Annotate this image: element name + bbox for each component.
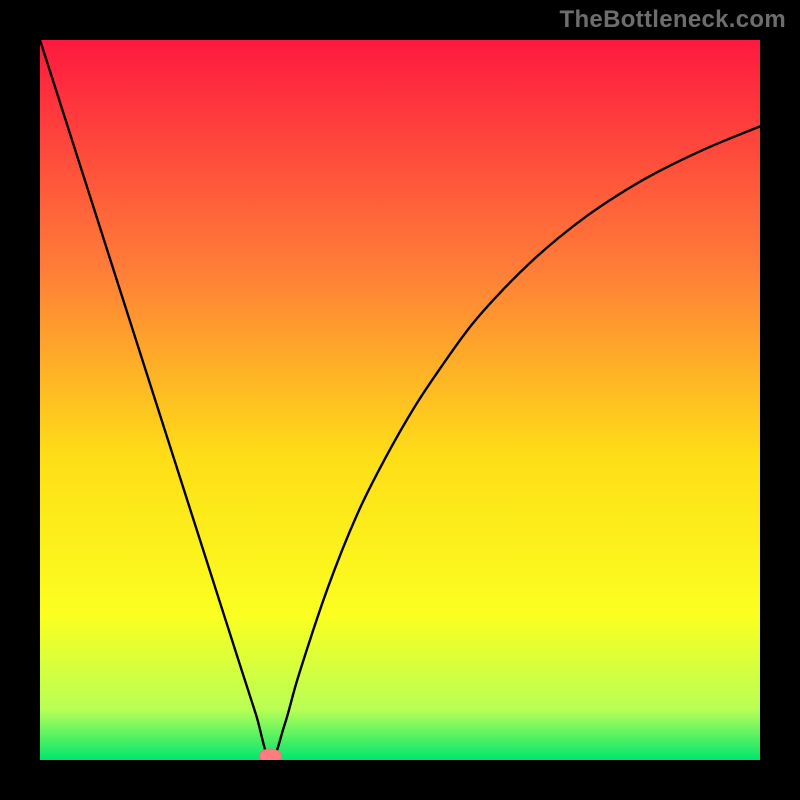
plot-area: [40, 40, 760, 760]
gradient-background: [40, 40, 760, 760]
watermark-label: TheBottleneck.com: [560, 6, 786, 34]
chart-container: TheBottleneck.com: [0, 0, 800, 800]
bottleneck-chart-svg: [40, 40, 760, 760]
minimum-marker: [259, 749, 281, 760]
